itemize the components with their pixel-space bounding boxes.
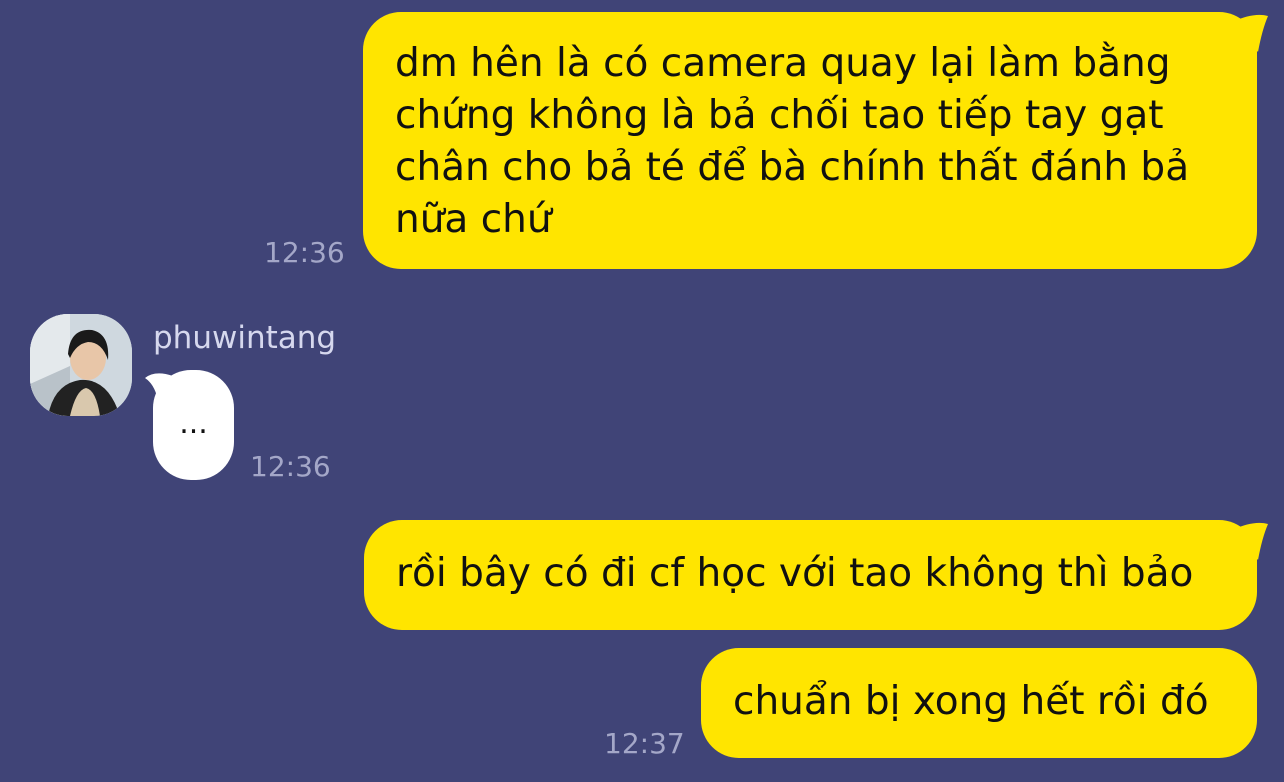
message-text: dm hên là có camera quay lại làm bằng ch… — [395, 41, 1190, 242]
message-timestamp: 12:37 — [604, 727, 685, 760]
incoming-message-bubble[interactable]: ... — [153, 370, 234, 480]
bubble-tail — [1232, 14, 1268, 52]
message-text: ... — [179, 406, 208, 441]
profile-photo-icon — [30, 314, 132, 416]
message-timestamp: 12:36 — [264, 236, 345, 269]
outgoing-message-bubble[interactable]: rồi bây có đi cf học với tao không thì b… — [364, 520, 1257, 630]
contact-name[interactable]: phuwintang — [153, 320, 336, 356]
message-text: chuẩn bị xong hết rồi đó — [733, 679, 1209, 724]
message-timestamp: 12:36 — [250, 450, 331, 483]
bubble-tail — [1232, 522, 1268, 560]
message-text: rồi bây có đi cf học với tao không thì b… — [396, 551, 1194, 596]
outgoing-message-bubble[interactable]: dm hên là có camera quay lại làm bằng ch… — [363, 12, 1257, 269]
contact-avatar[interactable] — [30, 314, 132, 416]
outgoing-message-bubble[interactable]: chuẩn bị xong hết rồi đó — [701, 648, 1257, 758]
